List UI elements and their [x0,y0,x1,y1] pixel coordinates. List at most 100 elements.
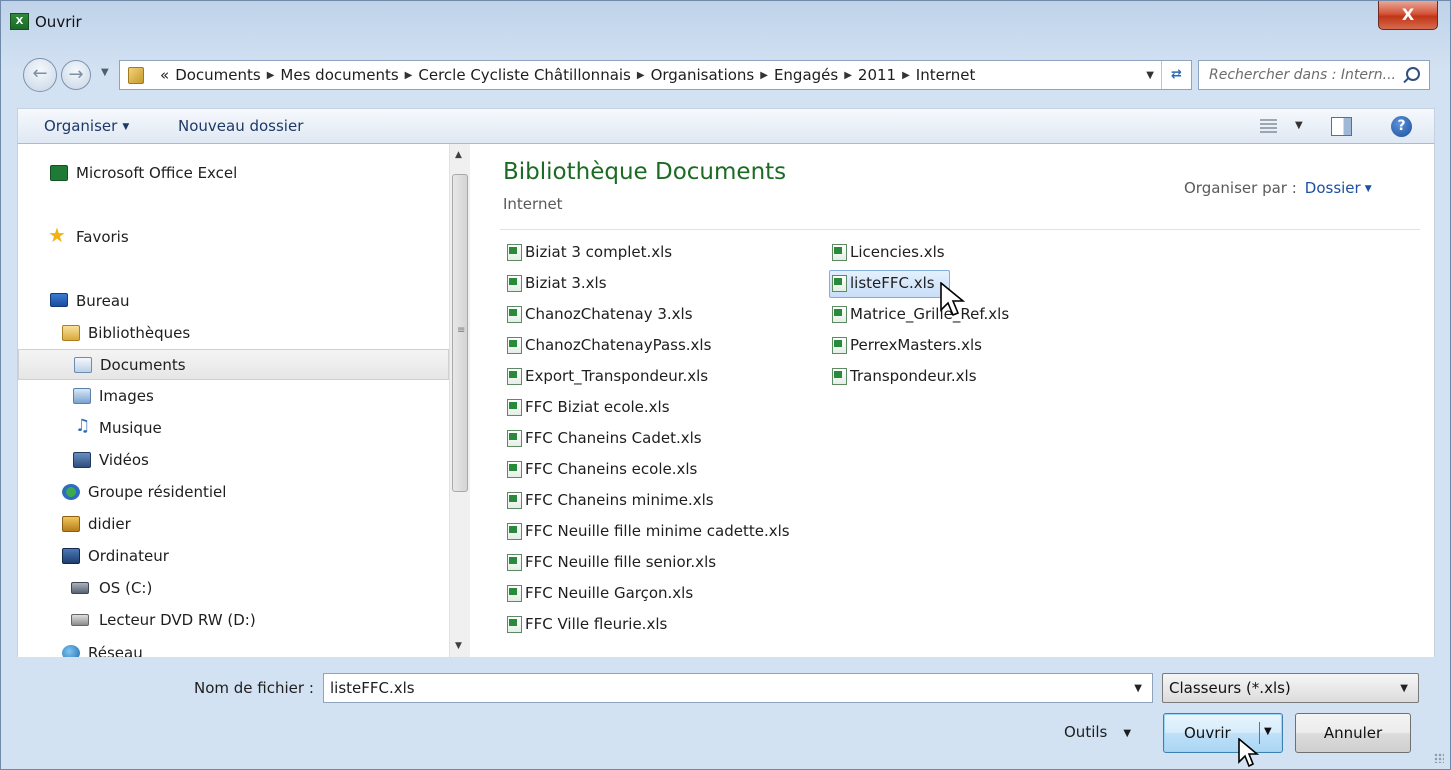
search-icon[interactable] [1406,67,1420,81]
file-name: ChanozChatenayPass.xls [525,336,712,354]
address-bar[interactable]: « Documents ▶ Mes documents ▶ Cercle Cycliste… [119,60,1192,90]
star-icon: ★ [48,223,66,247]
breadcrumb-separator-icon[interactable]: ▶ [637,70,645,81]
library-subtitle: Internet [503,195,563,213]
nav-item-videos[interactable]: Vidéos [18,445,449,476]
xls-file-icon [507,275,522,292]
pictures-icon [73,388,91,404]
xls-file-icon [832,368,847,385]
organise-menu-button[interactable]: Organiser ▼ [44,117,129,135]
nav-scrollbar[interactable]: ▲ ≡ ▼ [449,144,470,657]
drive-icon [71,582,89,594]
nav-item-dvd[interactable]: Lecteur DVD RW (D:) [18,605,449,636]
nav-item-label: Bureau [76,292,130,310]
file-list-pane: Bibliothèque Documents Internet Organise… [470,144,1436,657]
file-name: FFC Neuille fille senior.xls [525,553,717,571]
arrange-value-dropdown[interactable]: Dossier [1305,179,1361,197]
file-name: Matrice_Grille_Ref.xls [850,305,1010,323]
file-name: FFC Chaneins Cadet.xls [525,429,702,447]
breadcrumb-cercle-cycliste[interactable]: Cercle Cycliste Châtillonnais [418,66,631,84]
cancel-button[interactable]: Annuler [1295,713,1411,753]
file-name: listeFFC.xls [850,274,935,292]
chevron-down-icon[interactable]: ▼ [1365,184,1372,194]
breadcrumb-organisations[interactable]: Organisations [651,66,755,84]
nav-item-label: Microsoft Office Excel [76,164,238,182]
nav-item-drive-c[interactable]: OS (C:) [18,573,449,604]
nav-item-network[interactable]: Réseau [18,638,449,657]
nav-item-music[interactable]: ♫ Musique [18,413,449,444]
xls-file-icon [832,244,847,261]
resize-grip-icon[interactable] [1434,753,1444,763]
scroll-up-icon[interactable]: ▲ [455,150,462,160]
nav-item-label: didier [88,515,131,533]
nav-item-user[interactable]: didier [18,509,449,540]
breadcrumb-mes-documents[interactable]: Mes documents [280,66,398,84]
file-name: PerrexMasters.xls [850,336,982,354]
homegroup-icon [62,484,80,500]
chevron-down-icon: ▼ [1400,683,1408,694]
chevron-down-icon: ▼ [1123,728,1132,739]
navigation-pane: Microsoft Office Excel ★ Favoris Bureau … [18,144,449,657]
divider [500,229,1420,230]
xls-file-icon [832,337,847,354]
close-button[interactable]: X [1378,1,1438,30]
file-name: Biziat 3 complet.xls [525,243,673,261]
recent-locations-dropdown[interactable]: ▼ [101,67,109,78]
preview-pane-icon[interactable] [1331,117,1352,136]
scroll-down-icon[interactable]: ▼ [455,641,462,651]
view-options-icon[interactable] [1260,119,1277,134]
nav-item-label: Musique [99,419,162,437]
music-icon: ♫ [75,416,91,436]
desktop-icon [50,293,68,307]
forward-button[interactable]: → [61,60,91,90]
nav-item-label: Ordinateur [88,547,169,565]
breadcrumb-separator-icon[interactable]: ▶ [760,70,768,81]
open-options-dropdown-icon[interactable]: ▼ [1264,726,1272,737]
open-file-dialog: X Ouvrir X ← → ▼ « Documents ▶ Mes document… [0,0,1451,770]
search-input[interactable]: Rechercher dans : Intern... [1198,60,1430,90]
filename-input[interactable]: listeFFC.xls ▼ [323,673,1153,703]
nav-item-label: OS (C:) [99,579,153,597]
breadcrumb-internet[interactable]: Internet [916,66,976,84]
file-name: Export_Transpondeur.xls [525,367,709,385]
nav-item-desktop[interactable]: Bureau [18,286,449,317]
library-title: Bibliothèque Documents [503,159,787,185]
breadcrumb-2011[interactable]: 2011 [858,66,896,84]
documents-icon [74,357,92,373]
dvd-drive-icon [71,614,89,626]
view-options-dropdown-icon[interactable]: ▼ [1295,120,1303,131]
breadcrumb-overflow[interactable]: « [160,66,169,84]
tools-menu-button[interactable]: Outils ▼ [1064,723,1131,741]
file-name: Biziat 3.xls [525,274,607,292]
xls-file-icon [507,616,522,633]
nav-item-libraries[interactable]: Bibliothèques [18,318,449,349]
breadcrumb-documents[interactable]: Documents [175,66,261,84]
breadcrumb-separator-icon[interactable]: ▶ [902,70,910,81]
xls-file-icon [507,492,522,509]
nav-item-favorites[interactable]: ★ Favoris [18,222,449,253]
breadcrumb-separator-icon[interactable]: ▶ [267,70,275,81]
xls-file-icon [507,368,522,385]
xls-file-icon [507,585,522,602]
scroll-thumb[interactable]: ≡ [452,174,468,492]
file-type-select[interactable]: Classeurs (*.xls) ▼ [1162,673,1419,703]
refresh-icon[interactable]: ⇄ [1161,61,1191,89]
breadcrumb-separator-icon[interactable]: ▶ [844,70,852,81]
breadcrumb-engages[interactable]: Engagés [774,66,838,84]
search-placeholder: Rechercher dans : Intern... [1209,67,1397,83]
new-folder-button[interactable]: Nouveau dossier [178,117,303,135]
breadcrumb-separator-icon[interactable]: ▶ [405,70,413,81]
command-bar: Organiser ▼ Nouveau dossier ▼ ? [17,108,1435,144]
nav-item-excel[interactable]: Microsoft Office Excel [18,158,449,189]
xls-file-icon [507,430,522,447]
help-icon[interactable]: ? [1391,116,1412,137]
back-button[interactable]: ← [23,58,57,92]
nav-item-images[interactable]: Images [18,381,449,412]
nav-item-label: Vidéos [99,451,149,469]
file-type-value: Classeurs (*.xls) [1169,679,1291,697]
nav-item-documents[interactable]: Documents [18,349,449,380]
nav-item-computer[interactable]: Ordinateur [18,541,449,572]
chevron-down-icon[interactable]: ▼ [1134,683,1142,694]
nav-item-homegroup[interactable]: Groupe résidentiel [18,477,449,508]
address-dropdown-icon[interactable]: ▼ [1146,70,1154,81]
